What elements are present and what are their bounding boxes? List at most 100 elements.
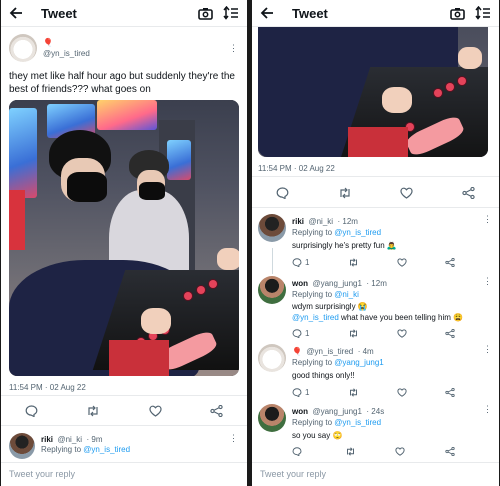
tweet-timestamp: 11:54 PM · 02 Aug 22 [258,164,335,173]
reply-time: · 12m [337,217,358,226]
reply-author-handle: @yang_jung1 [312,279,362,288]
replying-to-link[interactable]: @ni_ki [334,290,359,299]
reply-text: good things only!! [292,371,355,380]
tweet-timestamp: 11:54 PM · 02 Aug 22 [9,383,86,392]
replying-to-link[interactable]: @yn_is_tired [334,228,381,237]
like-icon[interactable] [400,187,413,199]
reply-count: 1 [305,388,310,397]
back-arrow-icon[interactable] [9,6,23,20]
retweet-icon[interactable] [348,258,359,267]
tweet-actions [1,403,247,419]
reply-author-name[interactable]: won [292,279,308,288]
reply-icon[interactable] [25,405,38,417]
share-icon[interactable] [445,258,455,267]
like-icon[interactable] [395,447,405,456]
reply-icon[interactable] [292,447,305,456]
reply-count: 1 [305,258,310,267]
reply-author-emoji: 🎈 [292,347,302,356]
avatar[interactable] [258,276,286,304]
reply-author-handle[interactable]: @yn_is_tired [306,347,353,356]
top-bar: Tweet [252,0,499,27]
reply-time: · 12m [366,279,387,288]
reply-author-name[interactable]: riki [292,217,304,226]
mention-link[interactable]: @yn_is_tired [292,313,339,322]
share-icon[interactable] [210,405,223,417]
share-icon[interactable] [445,388,455,397]
tweet-actions [252,185,499,201]
replying-prefix: Replying to [41,445,82,454]
reply-time: · 24s [366,407,385,416]
tweet-author-row: 🎈 @yn_is_tired ⋮ [9,34,239,62]
reply-icon[interactable] [276,187,289,199]
author-emoji: 🎈 [43,38,53,47]
reply-icon[interactable]: 1 [292,387,309,398]
reply-author-name[interactable]: won [292,407,308,416]
reply-item[interactable]: riki @ni_ki · 12m Replying to @yn_is_tir… [258,214,493,276]
reply-item[interactable]: won @yang_jung1 · 12m Replying to @ni_ki… [258,276,493,340]
replying-to-link[interactable]: @yang_jung1 [334,358,384,367]
retweet-icon[interactable] [348,388,359,397]
more-options-icon[interactable]: ⋮ [229,43,239,54]
replying-prefix: Replying to [292,358,333,367]
like-icon[interactable] [397,258,407,267]
avatar[interactable] [258,344,286,372]
reply-text-line2: @yn_is_tired what have you been telling … [292,313,464,322]
tweet-detail-pane-right: Tweet 11:54 PM · 02 Aug 22 riki @ni_ki ·… [252,0,499,486]
reply-time: · 9m [86,435,103,444]
replying-prefix: Replying to [292,418,333,427]
camera-icon[interactable] [197,5,213,21]
reply-input-placeholder[interactable]: Tweet your reply [9,469,75,479]
retweet-icon[interactable] [345,447,356,456]
reply-icon[interactable]: 1 [292,257,309,268]
replying-prefix: Replying to [292,228,333,237]
avatar[interactable] [9,433,35,459]
replying-to-link[interactable]: @yn_is_tired [334,418,381,427]
retweet-icon[interactable] [348,329,359,338]
reply-text: so you say 🙄 [292,431,343,440]
replying-prefix: Replying to [292,290,333,299]
tweet-photo[interactable] [9,100,239,376]
tweet-photo[interactable] [258,27,488,157]
reply-time: · 4m [357,347,374,356]
more-options-icon[interactable]: ⋮ [483,214,493,225]
reply-text: surprisingly he's pretty fun 🙇‍♂️ [292,241,397,250]
reply-item[interactable]: won @yang_jung1 · 24s Replying to @yn_is… [258,404,493,460]
retweet-icon[interactable] [338,187,352,199]
reply-author-handle: @ni_ki [308,217,334,226]
sort-icon[interactable] [223,5,239,21]
avatar[interactable] [258,404,286,432]
page-title: Tweet [292,5,328,21]
share-icon[interactable] [445,329,455,338]
back-arrow-icon[interactable] [260,6,274,20]
share-icon[interactable] [445,447,455,456]
more-options-icon[interactable]: ⋮ [483,404,493,415]
like-icon[interactable] [149,405,162,417]
more-options-icon[interactable]: ⋮ [229,433,239,444]
reply-count: 1 [305,329,310,338]
reply-author-name[interactable]: riki [41,435,53,444]
reply-item[interactable]: 🎈 @yn_is_tired · 4m Replying to @yang_ju… [258,344,493,400]
reply-input-bar[interactable]: Tweet your reply [1,462,247,486]
like-icon[interactable] [397,388,407,397]
reply-author-handle: @ni_ki [57,435,83,444]
share-icon[interactable] [462,187,475,199]
reply-input-bar[interactable]: Tweet your reply [252,462,499,486]
like-icon[interactable] [397,329,407,338]
more-options-icon[interactable]: ⋮ [483,344,493,355]
retweet-icon[interactable] [86,405,100,417]
page-title: Tweet [41,5,77,21]
reply-icon[interactable]: 1 [292,328,309,339]
sort-icon[interactable] [475,5,491,21]
tweet-detail-pane-left: Tweet 🎈 @yn_is_tired ⋮ they met like hal… [1,0,247,486]
avatar[interactable] [258,214,286,242]
replying-to-link[interactable]: @yn_is_tired [83,445,130,454]
avatar[interactable] [9,34,37,62]
tweet-text: they met like half hour ago but suddenly… [9,71,235,95]
camera-icon[interactable] [449,5,465,21]
more-options-icon[interactable]: ⋮ [483,276,493,287]
top-bar: Tweet [1,0,247,27]
reply-input-placeholder[interactable]: Tweet your reply [260,469,326,479]
reply-text: wdym surprisingly 😭 [292,302,368,311]
author-handle[interactable]: @yn_is_tired [43,48,90,59]
reply-item[interactable]: riki @ni_ki · 9m Replying to @yn_is_tire… [9,433,239,459]
